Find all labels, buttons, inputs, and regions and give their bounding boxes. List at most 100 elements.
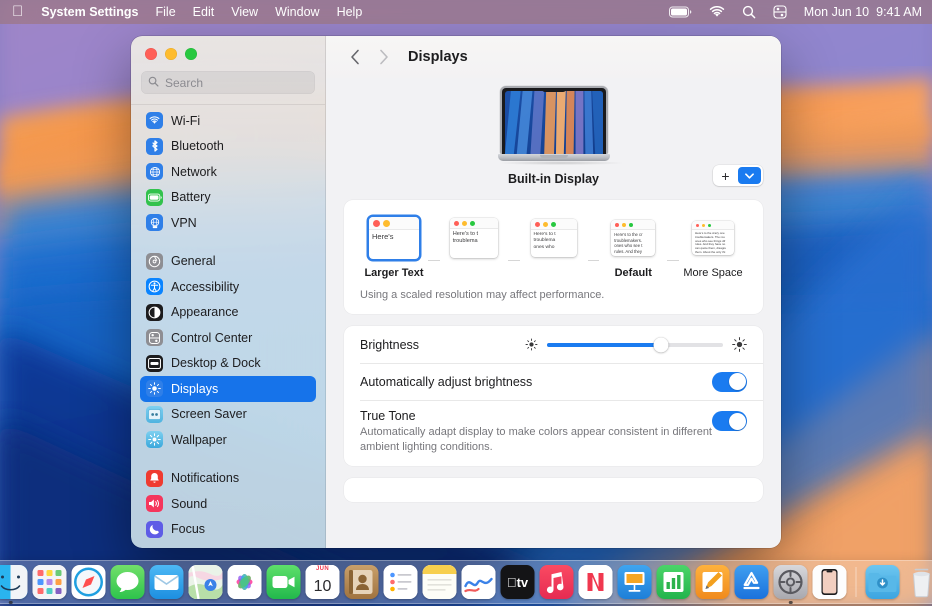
menu-app-name[interactable]: System Settings [41, 5, 138, 19]
sidebar-item-control-center[interactable]: Control Center [140, 325, 316, 351]
add-display-button[interactable]: + [713, 165, 738, 186]
wifi-icon[interactable] [709, 6, 725, 18]
resolution-option-larger-text[interactable]: Here'sLarger Text [360, 214, 428, 279]
accessibility-icon [146, 278, 163, 295]
sidebar-item-screen-saver[interactable]: Screen Saver [140, 402, 316, 428]
forward-button[interactable] [372, 46, 394, 68]
sidebar-item-battery[interactable]: Battery [140, 185, 316, 211]
thumbnail-text-body: Here's to the crazy onetroublemakers. Th… [692, 230, 734, 255]
menubar-date[interactable]: Mon Jun 10 [804, 5, 869, 19]
sidebar-item-label: Battery [171, 190, 211, 204]
dock-item-downloads-folder[interactable] [866, 565, 900, 599]
dock-item-keynote[interactable] [618, 565, 652, 599]
thumbnail-title-bar [531, 219, 577, 230]
sidebar-item-focus[interactable]: Focus [140, 517, 316, 543]
keynote-icon [618, 565, 652, 599]
sidebar-item-bluetooth[interactable]: Bluetooth [140, 134, 316, 160]
music-icon [540, 565, 574, 599]
dock-item-freeform[interactable] [462, 565, 496, 599]
dock-item-messages[interactable] [111, 565, 145, 599]
brightness-slider[interactable] [525, 337, 747, 352]
dock-item-iphone-mirroring[interactable] [813, 565, 847, 599]
dock-item-finder[interactable] [0, 565, 28, 599]
dock-running-indicator [9, 601, 13, 605]
appearance-icon [146, 304, 163, 321]
auto-brightness-label: Automatically adjust brightness [360, 375, 532, 389]
resolution-options-row: Here'sLarger TextHere's to ttroublemaHer… [344, 200, 763, 285]
dock-item-photos[interactable] [228, 565, 262, 599]
dock-item-notes[interactable] [423, 565, 457, 599]
battery-icon[interactable] [669, 6, 692, 18]
menu-item-help[interactable]: Help [337, 5, 363, 19]
resolution-option-unlabeled-2[interactable]: Here's to ttroublemaones who [520, 214, 588, 262]
sidebar-item-general[interactable]: General [140, 249, 316, 275]
apple-tv-icon: tv [501, 565, 535, 599]
sidebar-item-accessibility[interactable]: Accessibility [140, 274, 316, 300]
brightness-icon [146, 380, 163, 397]
thumbnail-traffic-dot [373, 220, 380, 227]
brightness-track[interactable] [547, 343, 723, 347]
dock-item-apple-tv[interactable]: tv [501, 565, 535, 599]
sidebar-item-label: Control Center [171, 331, 252, 345]
resolution-thumbnail-holder: Here's to the crazy onetroublemakers. Th… [679, 214, 747, 262]
sun-large-icon [732, 337, 747, 352]
dock-item-system-settings[interactable] [774, 565, 808, 599]
thumbnail-traffic-dot [462, 221, 467, 226]
system-settings-window: Wi-Fi Bluetooth Network Battery VPN GeneralAc… [131, 36, 781, 548]
dock-item-app-store[interactable] [735, 565, 769, 599]
dock-item-launchpad[interactable] [33, 565, 67, 599]
sidebar-item-appearance[interactable]: Appearance [140, 300, 316, 326]
sidebar-item-wi-fi[interactable]: Wi-Fi [140, 108, 316, 134]
wallpaper-icon [146, 431, 163, 448]
svg-text:tv: tv [507, 575, 529, 590]
apple-logo-icon[interactable]:  [12, 4, 23, 19]
dock-item-music[interactable] [540, 565, 574, 599]
sidebar-item-wallpaper[interactable]: Wallpaper [140, 427, 316, 453]
close-button[interactable] [145, 48, 157, 60]
back-button[interactable] [344, 46, 366, 68]
resolution-option-more-space[interactable]: Here's to the crazy onetroublemakers. Th… [679, 214, 747, 279]
search-icon[interactable] [742, 5, 756, 19]
sidebar-item-sound[interactable]: Sound [140, 491, 316, 517]
thumbnail-traffic-dot [535, 222, 540, 227]
maximize-button[interactable] [185, 48, 197, 60]
sidebar-item-label: Sound [171, 497, 207, 511]
menu-item-window[interactable]: Window [275, 5, 319, 19]
resolution-option-unlabeled-1[interactable]: Here's to ttroublema [440, 214, 508, 262]
dock-item-news[interactable] [579, 565, 613, 599]
true-tone-toggle[interactable] [712, 411, 747, 431]
control-center-icon[interactable] [773, 5, 787, 19]
sidebar-item-vpn[interactable]: VPN [140, 210, 316, 236]
dock-item-reminders[interactable] [384, 565, 418, 599]
menu-item-edit[interactable]: Edit [193, 5, 215, 19]
brightness-row: Brightness [344, 326, 763, 363]
chevron-down-icon[interactable] [738, 167, 761, 184]
minimize-button[interactable] [165, 48, 177, 60]
sidebar-item-label: Bluetooth [171, 139, 224, 153]
auto-brightness-toggle[interactable] [712, 372, 747, 392]
brightness-knob[interactable] [654, 337, 669, 352]
dock-item-pages[interactable] [696, 565, 730, 599]
resolution-option-label: More Space [683, 267, 742, 279]
sidebar-item-desktop-dock[interactable]: Desktop & Dock [140, 351, 316, 377]
sidebar-group-separator [140, 453, 316, 466]
dock-item-calendar[interactable]: JUN10 [306, 565, 340, 599]
menu-item-view[interactable]: View [231, 5, 258, 19]
content-toolbar: Displays [326, 36, 781, 78]
dock-item-contacts[interactable] [345, 565, 379, 599]
sidebar-item-displays[interactable]: Displays [140, 376, 316, 402]
sidebar-item-network[interactable]: Network [140, 159, 316, 185]
dock-item-trash[interactable] [905, 565, 932, 599]
dock-item-numbers[interactable] [657, 565, 691, 599]
resolution-option-default[interactable]: Here's to the crtroublemakers.ones who s… [599, 214, 667, 279]
menu-item-file[interactable]: File [156, 5, 176, 19]
search-input[interactable] [165, 76, 308, 90]
menubar-time[interactable]: 9:41 AM [876, 5, 922, 19]
dock-item-maps[interactable] [189, 565, 223, 599]
content-scroll-area[interactable]: Built-in Display + Here'sLarger TextHere… [326, 78, 781, 548]
dock-item-safari[interactable] [72, 565, 106, 599]
sidebar-item-notifications[interactable]: Notifications [140, 466, 316, 492]
dock-item-facetime[interactable] [267, 565, 301, 599]
search-box[interactable] [141, 71, 315, 94]
dock-item-mail[interactable] [150, 565, 184, 599]
